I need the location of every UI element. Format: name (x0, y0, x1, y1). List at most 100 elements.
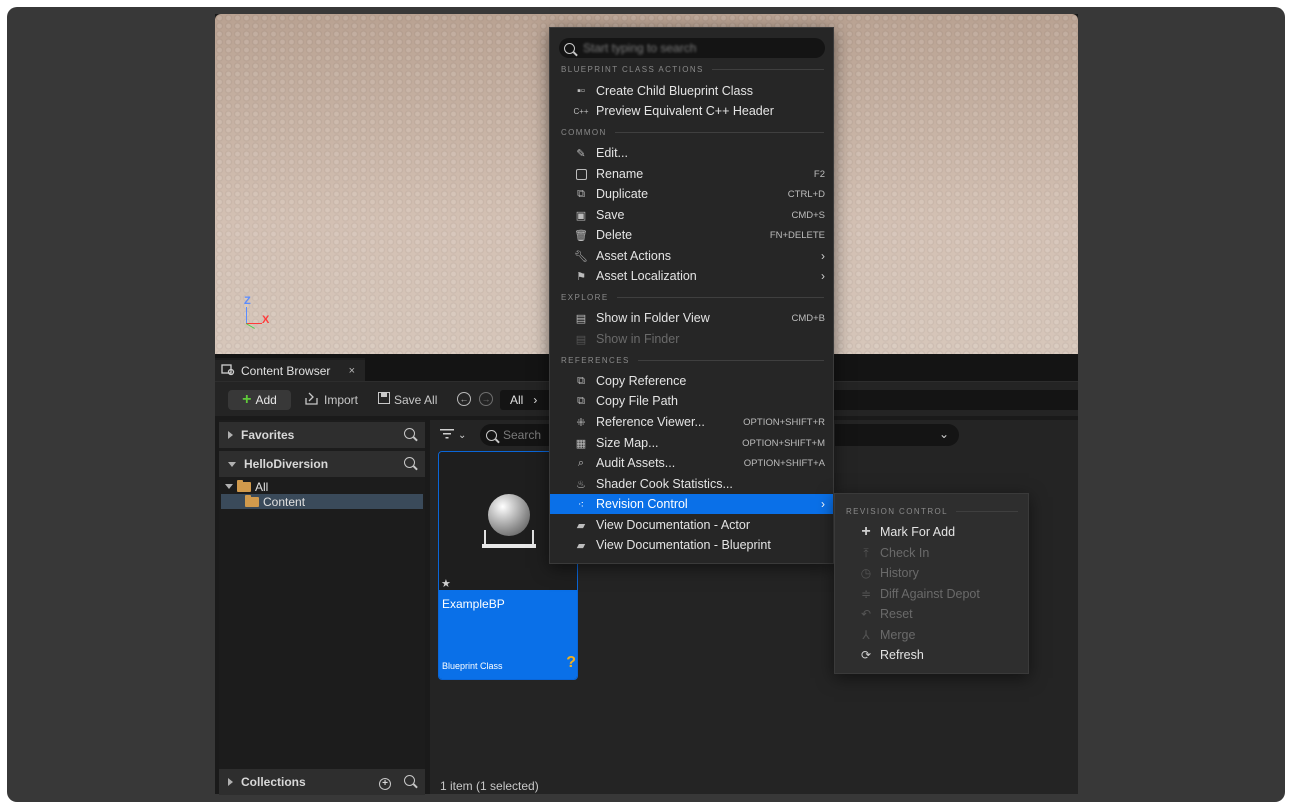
caret-right-icon[interactable] (228, 431, 233, 439)
section-revision-control: REVISION CONTROL (846, 507, 1018, 516)
submenu-item-reset[interactable]: ↶ Reset (835, 604, 1028, 624)
submenu-item-mark-for-add[interactable]: + Mark For Add (835, 522, 1028, 542)
history-back-icon[interactable]: ← (457, 392, 471, 406)
favorites-header[interactable]: Favorites (219, 422, 425, 448)
search-placeholder: Search (503, 428, 542, 442)
asset-label-area: ExampleBP Blueprint Class ? (439, 590, 577, 679)
chevron-down-icon[interactable]: ⌄ (939, 427, 949, 441)
caret-right-icon[interactable] (228, 778, 233, 786)
copy-icon: ⧉ (577, 394, 585, 407)
path-segment-all[interactable]: All (510, 393, 523, 407)
history-forward-icon[interactable]: → (479, 392, 493, 406)
menu-item-asset-localization[interactable]: ⚑ Asset Localization › (550, 266, 833, 286)
section-references: REFERENCES (561, 356, 824, 365)
sources-panel: Favorites HelloDiversion All Content Col… (219, 420, 425, 795)
close-icon[interactable]: × (349, 365, 355, 377)
search-icon[interactable] (404, 457, 415, 471)
search-dropdown[interactable]: ⌄ (835, 424, 959, 446)
menu-item-delete[interactable]: 🗑︎ Delete FN+DELETE (550, 225, 833, 245)
section-blueprint-actions: BLUEPRINT CLASS ACTIONS (561, 65, 824, 74)
star-icon: ★ (441, 578, 451, 590)
menu-item-revision-control[interactable]: ⁖ Revision Control › (550, 494, 833, 514)
menu-item-copy-reference[interactable]: ⧉ Copy Reference (550, 371, 833, 391)
menu-item-preview-cpp-header[interactable]: C++ Preview Equivalent C++ Header (550, 101, 833, 121)
collections-label: Collections (241, 775, 306, 789)
filter-icon (440, 428, 454, 442)
menu-item-show-in-folder-view[interactable]: ▤ Show in Folder View CMD+B (550, 308, 833, 328)
audit-icon: ⌕ (577, 456, 585, 469)
menu-item-rename[interactable]: Rename F2 (550, 164, 833, 184)
finder-icon: ▤ (575, 333, 587, 346)
blueprint-child-icon: ▪︎▫ (577, 85, 585, 97)
asset-search-input[interactable]: Search (480, 424, 560, 446)
folder-icon (245, 494, 259, 507)
submenu-item-history[interactable]: ◷ History (835, 563, 1028, 583)
tree-label: All (255, 479, 269, 494)
search-icon[interactable] (404, 428, 415, 442)
menu-item-view-docs-blueprint[interactable]: ▰ View Documentation - Blueprint (550, 535, 833, 555)
add-button[interactable]: + Add (228, 390, 291, 410)
status-count: 1 item (1 selected) (440, 779, 539, 793)
menu-item-duplicate[interactable]: ⧉ Duplicate CTRL+D (550, 184, 833, 204)
folder-icon (237, 479, 251, 492)
import-button[interactable]: Import (305, 392, 358, 408)
import-label: Import (324, 393, 359, 407)
menu-search-placeholder: Start typing to search (583, 41, 697, 55)
axis-z-label: Z (244, 295, 251, 307)
caret-down-icon[interactable] (228, 461, 236, 467)
filter-button[interactable]: ⌄ (440, 428, 466, 442)
menu-item-shader-cook-statistics[interactable]: ♨ Shader Cook Statistics... (550, 474, 833, 494)
menu-item-reference-viewer[interactable]: ⁜ Reference Viewer... OPTION+SHIFT+R (550, 412, 833, 432)
cpp-header-icon: C++ (573, 106, 589, 116)
wrench-icon: 🔧︎ (574, 250, 588, 263)
refresh-icon: ⟳ (860, 648, 872, 662)
search-icon[interactable] (404, 775, 415, 789)
submenu-item-refresh[interactable]: ⟳ Refresh (835, 645, 1028, 665)
menu-item-copy-file-path[interactable]: ⧉ Copy File Path (550, 391, 833, 411)
menu-search-input[interactable]: Start typing to search (559, 38, 825, 58)
collections-header[interactable]: Collections + (219, 769, 425, 795)
asset-type: Blueprint Class (442, 661, 503, 671)
tree-item-all[interactable]: All (221, 479, 423, 494)
chevron-right-icon[interactable]: › (533, 393, 537, 407)
reference-viewer-icon: ⁜ (576, 416, 586, 429)
tab-content-browser[interactable]: Content Browser × (215, 358, 365, 381)
menu-item-view-docs-actor[interactable]: ▰ View Documentation - Actor (550, 515, 833, 535)
plus-icon: + (242, 391, 252, 408)
menu-item-audit-assets[interactable]: ⌕ Audit Assets... OPTION+SHIFT+A (550, 453, 833, 473)
add-collection-icon[interactable]: + (379, 775, 391, 790)
question-icon: ? (566, 654, 576, 671)
tab-label: Content Browser (241, 363, 331, 378)
caret-down-icon[interactable] (225, 484, 233, 489)
rename-icon (574, 167, 588, 181)
menu-item-size-map[interactable]: ▦ Size Map... OPTION+SHIFT+M (550, 433, 833, 453)
duplicate-icon: ⧉ (577, 187, 585, 200)
submenu-item-diff-against-depot[interactable]: ≑ Diff Against Depot (835, 584, 1028, 604)
size-map-icon: ▦ (575, 437, 587, 450)
menu-item-edit[interactable]: ✎ Edit... (550, 143, 833, 163)
submenu-item-check-in[interactable]: ⤒ Check In (835, 543, 1028, 563)
import-icon (305, 392, 320, 408)
menu-item-save[interactable]: ▣ Save CMD+S (550, 205, 833, 225)
favorites-label: Favorites (241, 428, 295, 442)
undo-icon: ↶ (860, 607, 872, 621)
section-common: COMMON (561, 128, 824, 137)
section-explore: EXPLORE (561, 293, 824, 302)
menu-item-asset-actions[interactable]: 🔧︎ Asset Actions › (550, 246, 833, 266)
revision-control-icon: ⁖ (577, 498, 585, 511)
submenu-item-merge[interactable]: ⅄ Merge (835, 625, 1028, 645)
save-all-button[interactable]: Save All (378, 392, 437, 407)
flag-icon: ⚑ (576, 270, 586, 283)
context-menu: Start typing to search BLUEPRINT CLASS A… (549, 27, 834, 564)
pedestal-base (482, 544, 536, 548)
tree-item-content[interactable]: Content (221, 494, 423, 509)
chevron-down-icon: ⌄ (458, 429, 467, 441)
menu-item-create-child-blueprint[interactable]: ▪︎▫ Create Child Blueprint Class (550, 81, 833, 101)
project-header[interactable]: HelloDiversion (219, 451, 425, 477)
menu-item-show-in-finder[interactable]: ▤ Show in Finder (550, 329, 833, 349)
search-icon (486, 429, 497, 441)
tree-label: Content (263, 494, 306, 509)
axis-z-line (246, 307, 247, 324)
sphere-thumbnail-icon (488, 494, 530, 536)
clock-icon: ◷ (860, 566, 872, 580)
